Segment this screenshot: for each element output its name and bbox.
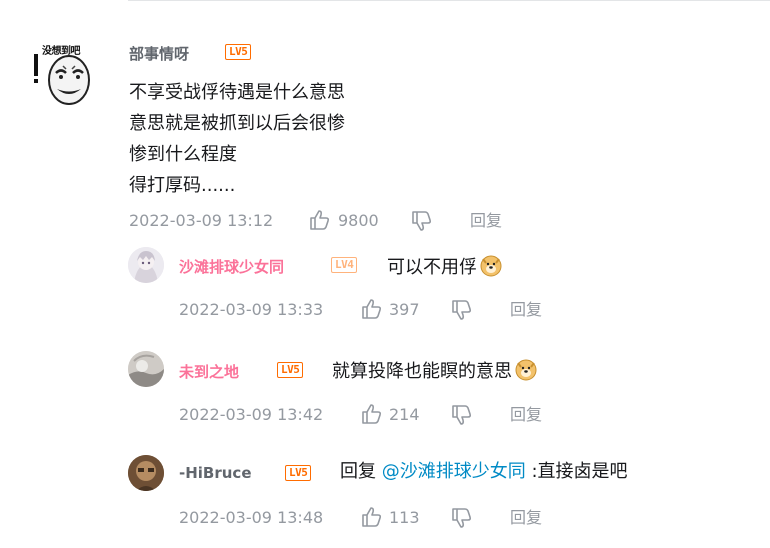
reply-time: 2022-03-09 13:48 — [179, 508, 324, 527]
photo-avatar-icon — [128, 455, 164, 491]
reply-content: 就算投降也能瞑的意思 — [332, 357, 538, 384]
like-count: 214 — [389, 405, 420, 424]
doge-icon — [480, 255, 502, 277]
thumbs-down-icon[interactable] — [450, 298, 474, 322]
level-badge: LV5 — [225, 44, 252, 60]
like-count: 113 — [389, 508, 420, 527]
reply-text: 就算投降也能瞑的意思 — [332, 361, 512, 382]
comment-line-1: 不享受战俘待遇是什么意思 — [129, 82, 345, 103]
reply-content: 回复 @沙滩排球少女同 :直接卤是吧 — [340, 460, 628, 484]
reply-prefix: 回复 — [340, 461, 382, 482]
thumbs-up-icon[interactable] — [360, 505, 384, 529]
reply-button[interactable]: 回复 — [510, 508, 542, 528]
photo-avatar-icon — [128, 351, 164, 387]
level-badge: LV5 — [277, 362, 304, 378]
reply-username[interactable]: -HiBruce — [179, 464, 252, 482]
thumbs-down-icon[interactable] — [450, 506, 474, 530]
thumbs-up-icon[interactable] — [308, 208, 332, 232]
username[interactable]: 部事情呀 — [129, 43, 189, 64]
level-badge: LV5 — [285, 465, 312, 481]
reply-button[interactable]: 回复 — [470, 211, 502, 231]
level-badge: LV4 — [331, 257, 358, 273]
avatar[interactable]: 没想到吧 — [33, 42, 97, 106]
reply-content: 可以不用俘 — [387, 253, 503, 280]
thumbs-down-icon[interactable] — [410, 209, 434, 233]
thumbs-up-icon[interactable] — [360, 402, 384, 426]
reply-button[interactable]: 回复 — [510, 300, 542, 320]
comment-line-2: 意思就是被抓到以后会很惨 — [129, 113, 345, 134]
reply-avatar[interactable] — [128, 351, 164, 387]
like-count: 9800 — [338, 211, 379, 230]
anime-avatar-icon — [128, 247, 164, 283]
avatar-caption: 没想到吧 — [42, 46, 81, 57]
reply-username[interactable]: 沙滩排球少女同 — [179, 256, 284, 277]
comment-time: 2022-03-09 13:12 — [129, 211, 274, 230]
thumbs-down-icon[interactable] — [450, 403, 474, 427]
reply-avatar[interactable] — [128, 247, 164, 283]
reply-username[interactable]: 未到之地 — [179, 361, 239, 382]
reply-avatar[interactable] — [128, 455, 164, 491]
doge-icon — [515, 359, 537, 381]
reply-text: :直接卤是吧 — [525, 461, 628, 482]
divider — [128, 0, 770, 1]
comment-line-4: 得打厚码...... — [129, 175, 236, 196]
like-count: 397 — [389, 300, 420, 319]
reply-button[interactable]: 回复 — [510, 405, 542, 425]
reply-time: 2022-03-09 13:33 — [179, 300, 324, 319]
reply-text: 可以不用俘 — [387, 257, 477, 278]
thumbs-up-icon[interactable] — [360, 297, 384, 321]
comment-line-3: 惨到什么程度 — [129, 144, 237, 165]
reply-time: 2022-03-09 13:42 — [179, 405, 324, 424]
mention-link[interactable]: @沙滩排球少女同 — [382, 461, 526, 482]
